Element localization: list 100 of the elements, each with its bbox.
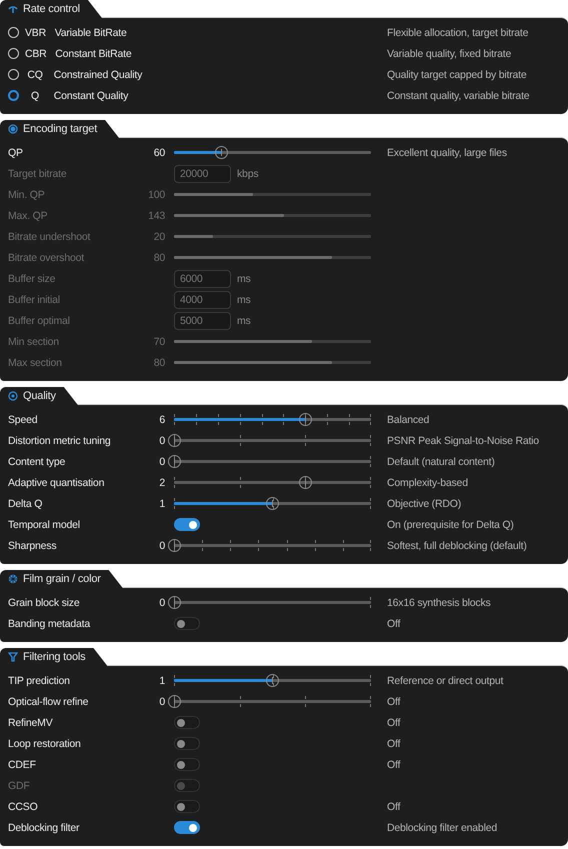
mode-description: Constant quality, variable bitrate: [386, 90, 530, 102]
setting-description: Default (natural content): [386, 456, 496, 468]
section-title: Quality: [23, 390, 56, 402]
slider-thumb[interactable]: [168, 455, 180, 468]
setting-description: Deblocking filter enabled: [386, 822, 498, 834]
setting-label: Deblocking filter: [8, 822, 80, 834]
setting-description: Objective (RDO): [386, 498, 462, 510]
slider-thumb[interactable]: [298, 476, 312, 489]
slider-value: 0: [158, 456, 165, 468]
setting-label: Grain block size: [8, 596, 80, 608]
slider-value: 143: [147, 210, 165, 222]
target-icon: [8, 124, 18, 134]
setting-label: Distortion metric tuning: [8, 434, 112, 446]
setting-description: Off: [386, 758, 402, 770]
setting-description: Reference or direct output: [386, 674, 504, 686]
slider-value: 1: [158, 498, 165, 510]
setting-description: Off: [386, 738, 402, 750]
slider-value: 80: [152, 356, 165, 368]
setting-description: Off: [386, 696, 402, 708]
slider-thumb[interactable]: [266, 497, 279, 510]
slider-thumb[interactable]: [168, 695, 180, 708]
setting-label: Content type: [8, 456, 66, 468]
slider-value: 0: [158, 696, 165, 708]
toggle-switch[interactable]: [174, 617, 200, 630]
slider-value: 1: [158, 674, 165, 686]
radio-option[interactable]: CQ Constrained Quality: [8, 68, 371, 80]
setting-description: Off: [386, 716, 402, 728]
setting-label: Banding metadata: [8, 618, 92, 630]
slider-value: 0: [158, 596, 165, 608]
setting-label: Buffer size: [8, 272, 56, 284]
toggle-switch[interactable]: [174, 518, 200, 531]
slider-value: 80: [152, 252, 165, 264]
slider-thumb[interactable]: [214, 146, 228, 159]
setting-label: Buffer optimal: [8, 314, 71, 326]
setting-label: TIP prediction: [8, 674, 71, 686]
setting-label: CDEF: [8, 758, 37, 770]
mode-description: Flexible allocation, target bitrate: [386, 26, 530, 38]
setting-description: On (prerequisite for Delta Q): [386, 518, 515, 530]
setting-label: Delta Q: [8, 498, 44, 510]
slider-value: 70: [152, 336, 165, 348]
unit-label: ms: [237, 294, 251, 306]
slider-thumb[interactable]: [266, 674, 279, 687]
setting-label: Bitrate overshoot: [8, 252, 86, 264]
unit-label: ms: [237, 314, 251, 326]
section-title: Filtering tools: [23, 651, 86, 663]
setting-label: Bitrate undershoot: [8, 230, 92, 242]
toggle-switch[interactable]: [174, 716, 200, 729]
setting-description: PSNR Peak Signal-to-Noise Ratio: [386, 434, 540, 446]
radio-option[interactable]: Q Constant Quality: [8, 90, 371, 102]
eye-icon: [8, 391, 18, 401]
slider-value: 20: [152, 230, 165, 242]
setting-label: Max section: [8, 356, 63, 368]
setting-label: Adaptive quantisation: [8, 476, 106, 488]
setting-label: Min. QP: [8, 188, 46, 200]
setting-label: RefineMV: [8, 716, 54, 728]
section-title: Rate control: [23, 3, 80, 15]
setting-label: GDF: [8, 780, 31, 792]
globe-icon: [8, 574, 18, 584]
slider-value: 0: [158, 540, 165, 552]
setting-label: Loop restoration: [8, 738, 82, 750]
slider-thumb[interactable]: [168, 596, 180, 609]
radio-option[interactable]: VBR Variable BitRate: [8, 26, 371, 38]
slider-value: 60: [152, 146, 165, 158]
setting-description: Off: [386, 618, 402, 630]
setting-label: Min section: [8, 336, 60, 348]
setting-label: Optical-flow refine: [8, 696, 90, 708]
setting-description: Excellent quality, large files: [386, 146, 508, 158]
toggle-switch[interactable]: [174, 737, 200, 750]
setting-label: QP: [8, 146, 24, 158]
setting-description: Balanced: [386, 414, 430, 426]
section-title: Film grain / color: [23, 573, 101, 585]
slider-value: 2: [158, 476, 165, 488]
slider-thumb[interactable]: [168, 539, 180, 552]
slider-value: 100: [147, 188, 165, 200]
mode-description: Quality target capped by bitrate: [386, 68, 528, 80]
setting-label: Temporal model: [8, 518, 81, 530]
setting-label: Buffer initial: [8, 294, 61, 306]
section-title: Encoding target: [23, 123, 98, 135]
signal-icon: [8, 4, 18, 14]
setting-label: Target bitrate: [8, 168, 68, 180]
setting-label: Max. QP: [8, 210, 48, 222]
toggle-switch[interactable]: [174, 800, 200, 813]
funnel-icon: [8, 652, 18, 662]
toggle-switch[interactable]: [174, 758, 200, 771]
setting-label: Speed: [8, 414, 38, 426]
setting-description: Softest, full deblocking (default): [386, 540, 528, 552]
setting-label: CCSO: [8, 800, 39, 812]
mode-description: Variable quality, fixed bitrate: [386, 48, 512, 60]
radio-option[interactable]: CBR Constant BitRate: [8, 48, 371, 60]
slider-value: 6: [158, 414, 165, 426]
setting-description: Complexity-based: [386, 476, 469, 488]
slider-thumb[interactable]: [298, 413, 312, 426]
toggle-switch[interactable]: [174, 821, 200, 834]
setting-description: 16x16 synthesis blocks: [386, 596, 492, 608]
setting-label: Sharpness: [8, 540, 58, 552]
unit-label: ms: [237, 272, 251, 284]
slider-value: 0: [158, 434, 165, 446]
slider-thumb[interactable]: [168, 434, 180, 447]
setting-description: Off: [386, 800, 402, 812]
unit-label: kbps: [237, 168, 258, 180]
